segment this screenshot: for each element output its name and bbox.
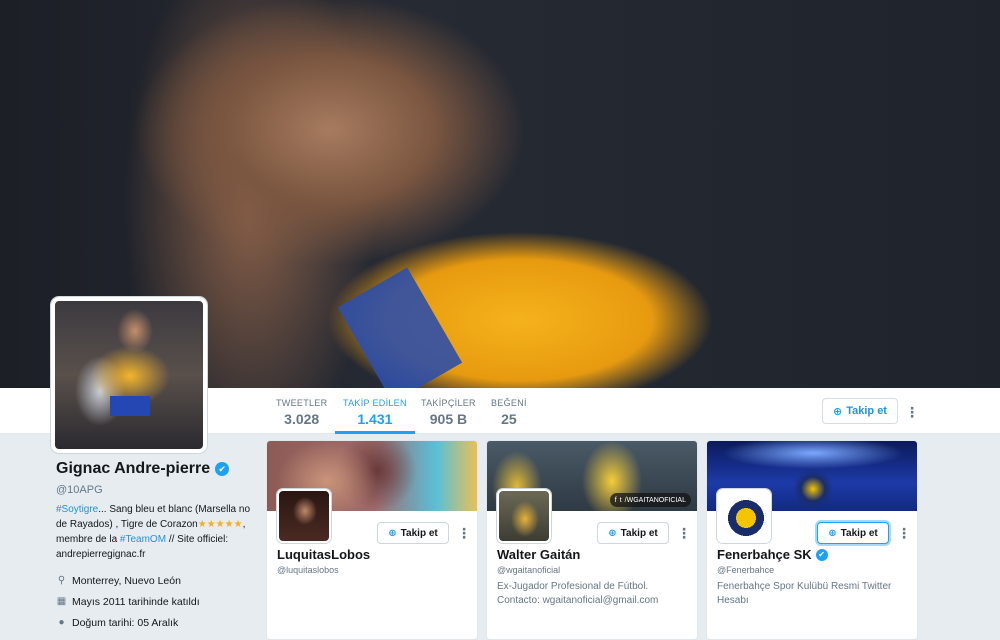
card-bio: Fenerbahçe Spor Kulübü Resmi Twitter Hes…	[717, 581, 892, 606]
card-follow-label: Takip et	[840, 527, 878, 539]
person-plus-icon: ⊕	[828, 527, 837, 539]
stat-following-label: TAKİP EDİLEN	[343, 398, 407, 408]
facebook-icon: f	[614, 496, 617, 504]
stat-likes-label: BEĞENİ	[491, 398, 527, 408]
verified-badge-icon: ✔	[815, 548, 828, 561]
joined-text: Mayıs 2011 tarihinde katıldı	[72, 595, 200, 608]
card-avatar[interactable]	[717, 489, 771, 543]
profile-handle[interactable]: @10APG	[56, 484, 256, 496]
birthday-text: Doğum tarihi: 05 Aralık	[72, 616, 179, 629]
card-follow-button[interactable]: ⊕ Takip et	[597, 522, 669, 544]
follow-button[interactable]: ⊕ Takip et	[822, 398, 898, 424]
balloon-icon: ●	[58, 617, 65, 628]
card-follow-label: Takip et	[400, 527, 438, 539]
stat-followers-value: 905 B	[429, 411, 468, 427]
stat-likes-value: 25	[501, 411, 517, 427]
calendar-icon: ▦	[56, 596, 67, 607]
location-text: Monterrey, Nuevo León	[72, 574, 181, 587]
profile-name-row: Gignac Andre-pierre ✔	[56, 460, 256, 478]
profile-name[interactable]: Gignac Andre-pierre	[56, 460, 210, 478]
location-row: ⚲ Monterrey, Nuevo León	[56, 570, 256, 591]
card-more-icon[interactable]: ⋮	[897, 525, 911, 541]
stat-following-value: 1.431	[357, 411, 393, 427]
card-handle: @wgaitanoficial	[497, 565, 561, 575]
card-follow-button[interactable]: ⊕ Takip et	[377, 522, 449, 544]
card-avatar[interactable]	[277, 489, 331, 543]
card-more-icon[interactable]: ⋮	[457, 525, 471, 541]
follow-card-fenerbahce[interactable]: ⊕ Takip et ⋮ Fenerbahçe SK ✔ @Fenerbahce…	[706, 440, 918, 640]
verified-badge-icon: ✔	[215, 462, 230, 476]
banner-jersey-stripe	[337, 267, 463, 388]
card-name[interactable]: Walter Gaitán	[497, 547, 580, 562]
profile-avatar[interactable]	[51, 297, 207, 453]
card-name-text: Fenerbahçe SK	[717, 547, 812, 562]
card-name[interactable]: Fenerbahçe SK ✔	[717, 547, 828, 562]
stat-tweets[interactable]: TWEETLER 3.028	[276, 398, 327, 427]
bio-hashtag-soytigre[interactable]: #Soytigre	[56, 504, 98, 515]
card-handle: @Fenerbahce	[717, 565, 775, 575]
card-follow-label: Takip et	[620, 527, 658, 539]
joined-row: ▦ Mayıs 2011 tarihinde katıldı	[56, 591, 256, 612]
profile-info: Gignac Andre-pierre ✔ @10APG #Soytigre..…	[56, 460, 256, 633]
follow-card-walter-gaitan[interactable]: f t /WGAITANOFICIAL ⊕ Takip et ⋮ Walter …	[486, 440, 698, 640]
stat-likes[interactable]: BEĞENİ 25	[491, 398, 527, 427]
profile-meta: ⚲ Monterrey, Nuevo León ▦ Mayıs 2011 tar…	[56, 570, 256, 633]
cover-tag-text: /WGAITANOFICIAL	[624, 496, 686, 504]
birthday-row: ● Doğum tarihi: 05 Aralık	[56, 612, 256, 633]
card-name-text: Walter Gaitán	[497, 547, 581, 562]
more-options-icon[interactable]: ⋮	[905, 404, 919, 420]
stat-tweets-label: TWEETLER	[276, 398, 328, 408]
stat-followers[interactable]: TAKİPÇİLER 905 B	[421, 398, 476, 427]
twitter-icon: t	[619, 496, 622, 504]
follow-card-luquitaslobos[interactable]: ⊕ Takip et ⋮ LuquitasLobos @luquitaslobo…	[266, 440, 478, 640]
location-pin-icon: ⚲	[57, 575, 66, 586]
bio-hashtag-teamom[interactable]: #TeamOM	[120, 534, 166, 545]
person-plus-icon: ⊕	[388, 527, 397, 539]
card-name[interactable]: LuquitasLobos	[277, 547, 370, 562]
stat-followers-label: TAKİPÇİLER	[421, 398, 476, 408]
person-plus-icon: ⊕	[833, 405, 843, 418]
card-avatar[interactable]	[497, 489, 551, 543]
bio-star-emojis: ★★★★★	[197, 519, 243, 530]
card-bio: Ex-Jugador Profesional de Fútbol. Contac…	[497, 581, 659, 606]
card-follow-button[interactable]: ⊕ Takip et	[817, 522, 889, 544]
avatar-shorts	[110, 396, 150, 416]
card-cover-social-tag: f t /WGAITANOFICIAL	[609, 493, 691, 507]
profile-bio: #Soytigre... Sang bleu et blanc (Marsell…	[56, 502, 251, 562]
stat-following[interactable]: TAKİP EDİLEN 1.431	[335, 398, 415, 434]
stat-tweets-value: 3.028	[284, 411, 320, 427]
follow-button-label: Takip et	[846, 405, 887, 417]
person-plus-icon: ⊕	[608, 527, 617, 539]
card-handle: @luquitaslobos	[277, 565, 339, 575]
card-more-icon[interactable]: ⋮	[677, 525, 691, 541]
card-name-text: LuquitasLobos	[277, 547, 371, 562]
